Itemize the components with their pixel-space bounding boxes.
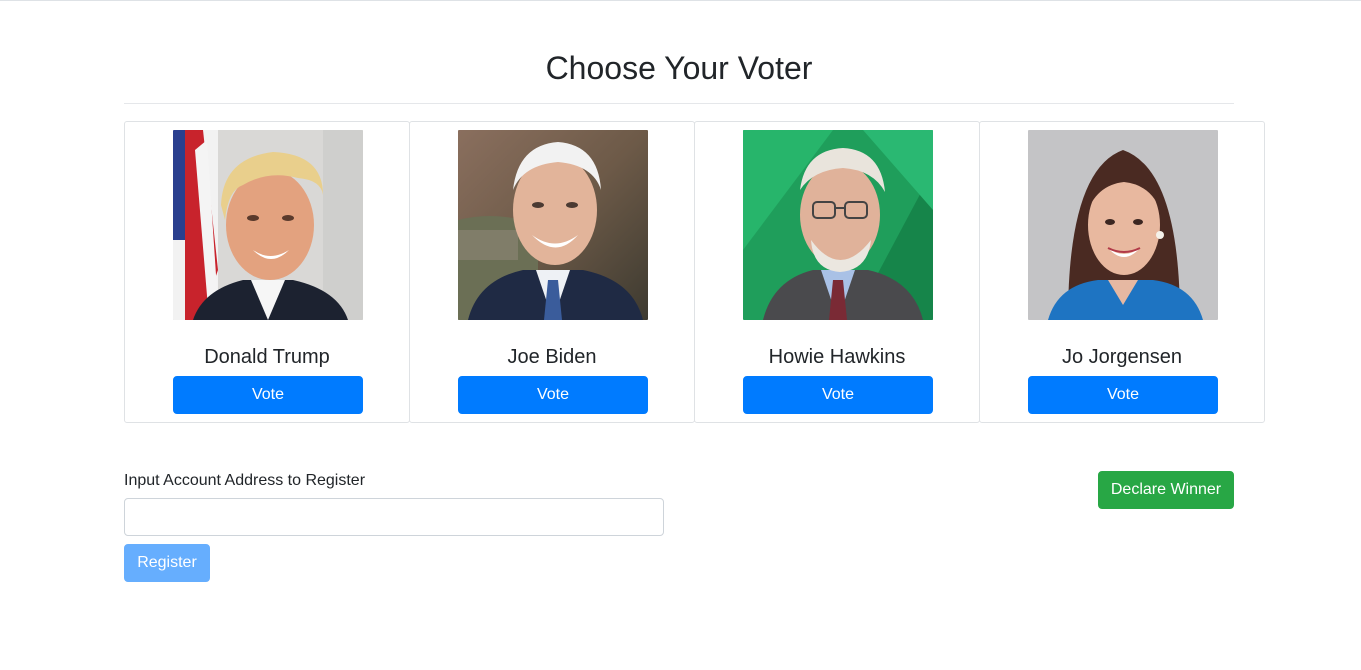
declare-winner-button[interactable]: Declare Winner [1098, 471, 1234, 509]
register-label: Input Account Address to Register [124, 472, 366, 489]
vote-button[interactable]: Vote [173, 376, 363, 414]
candidate-card: Jo Jorgensen Vote [979, 121, 1265, 423]
title-divider [124, 103, 1234, 104]
top-divider [0, 0, 1361, 2]
candidate-photo [458, 130, 648, 320]
candidate-card: Joe Biden Vote [409, 121, 695, 423]
candidate-name: Donald Trump [204, 346, 330, 368]
candidate-cards: Donald Trump Vote Joe Biden Vote Howie H… [124, 121, 1267, 423]
vote-button[interactable]: Vote [1028, 376, 1218, 414]
candidate-card: Donald Trump Vote [124, 121, 410, 423]
candidate-photo [1028, 130, 1218, 320]
candidate-photo [743, 130, 933, 320]
candidate-card: Howie Hawkins Vote [694, 121, 980, 423]
candidate-name: Jo Jorgensen [1061, 346, 1183, 368]
address-input[interactable] [124, 498, 664, 536]
candidate-name: Joe Biden [507, 346, 597, 368]
candidate-photo [173, 130, 363, 320]
page-title: Choose Your Voter [545, 50, 813, 86]
candidate-name: Howie Hawkins [768, 346, 906, 368]
vote-button[interactable]: Vote [743, 376, 933, 414]
register-button[interactable]: Register [124, 544, 210, 582]
vote-button[interactable]: Vote [458, 376, 648, 414]
